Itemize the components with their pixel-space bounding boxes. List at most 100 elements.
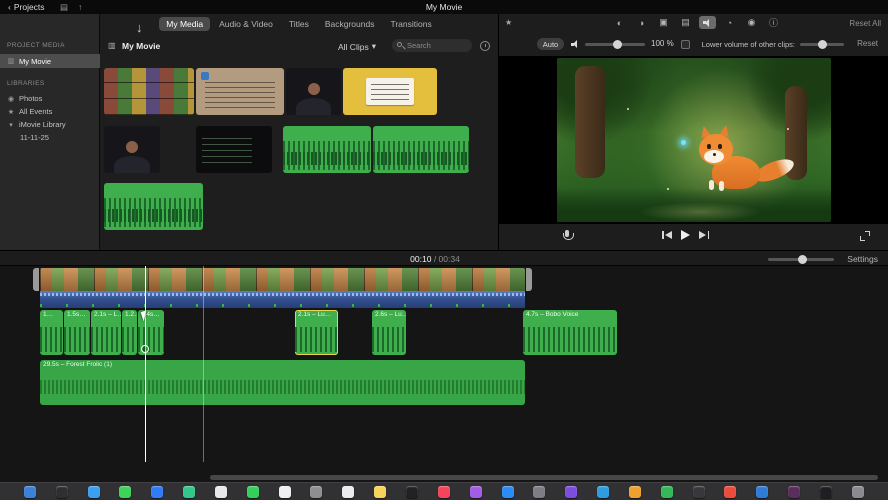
libraries-header: LIBRARIES — [7, 80, 45, 87]
sidebar-item-all-events[interactable]: ★ All Events — [0, 105, 100, 118]
clip-label: 1.5s… — [67, 311, 86, 318]
fullscreen-icon[interactable] — [860, 231, 870, 241]
playback-buttons — [662, 230, 709, 240]
ducking-slider-knob[interactable] — [818, 39, 827, 49]
dock-app-figma[interactable] — [819, 485, 832, 498]
playhead-handle[interactable] — [141, 345, 149, 353]
dock-app-reminders[interactable] — [342, 485, 355, 498]
sidebar-item-11-11-25[interactable]: 11-11-25 — [0, 131, 100, 144]
enhance-icon[interactable]: ★ — [505, 18, 512, 27]
dock-app-calendar[interactable] — [278, 485, 291, 498]
dock-app-facetime[interactable] — [246, 485, 259, 498]
horizontal-scrollbar[interactable] — [210, 475, 878, 480]
auto-button[interactable]: Auto — [537, 38, 564, 50]
clip-audio-2[interactable] — [373, 126, 469, 173]
timeline-audio-clip[interactable]: 2.1s – L… — [91, 310, 121, 355]
dock-app-notes[interactable] — [374, 485, 387, 498]
noise-reduction-icon[interactable]: ◔ — [721, 16, 738, 29]
dock-app-launchpad[interactable] — [55, 485, 68, 498]
reset-all-button[interactable]: Reset All — [849, 19, 881, 28]
timeline-video-clip[interactable] — [40, 268, 525, 291]
clip-presenter-2[interactable] — [104, 126, 160, 173]
dock-app-tv[interactable] — [405, 485, 418, 498]
sidebar-item-imovie-library[interactable]: ▾ iMovie Library — [0, 118, 100, 131]
color-balance-icon[interactable]: ◐ — [611, 16, 628, 29]
lower-volume-checkbox[interactable] — [681, 40, 690, 49]
dock-app-settings[interactable] — [533, 485, 546, 498]
stabilization-icon[interactable]: ▤ — [677, 16, 694, 29]
clip-label: 1… — [43, 311, 54, 318]
timeline-audio-clip[interactable]: 2.1s – Lu… — [295, 310, 338, 355]
skimmer-line — [203, 266, 204, 462]
timeline-audio-clip[interactable]: 2.6s – Lu… — [372, 310, 406, 355]
volume-percent: 100 % — [651, 39, 674, 48]
color-correction-icon[interactable]: ◑ — [633, 16, 650, 29]
playhead[interactable] — [141, 266, 149, 462]
dock-app-pages[interactable] — [628, 485, 641, 498]
volume-slider-knob[interactable] — [613, 39, 622, 49]
dock-app-contacts[interactable] — [310, 485, 323, 498]
timeline-video-audio-strip[interactable] — [40, 291, 525, 308]
crop-icon[interactable]: ▣ — [655, 16, 672, 29]
dock-app-terminal[interactable] — [692, 485, 705, 498]
play-button[interactable] — [681, 230, 690, 240]
timeline-audio-clip[interactable]: 1… — [40, 310, 63, 355]
dock-app-photos[interactable] — [214, 485, 227, 498]
sparkle — [627, 108, 629, 110]
info-icon[interactable]: ⓘ — [765, 16, 782, 29]
dock-app-numbers[interactable] — [660, 485, 673, 498]
sidebar: PROJECT MEDIA ▥ My Movie LIBRARIES ◉ Phot… — [0, 14, 100, 250]
dock-app-podcasts[interactable] — [469, 485, 482, 498]
volume-icon[interactable] — [699, 16, 716, 29]
fox-eye — [718, 144, 722, 149]
volume-slider[interactable] — [585, 39, 645, 49]
dock-app-chrome[interactable] — [724, 485, 737, 498]
trim-handle-left[interactable] — [33, 268, 39, 291]
dock-app-keynote[interactable] — [597, 485, 610, 498]
dock — [0, 482, 888, 500]
speed-icon[interactable]: ◉ — [743, 16, 760, 29]
transport-controls — [499, 228, 888, 248]
clip-screen-recording[interactable] — [196, 126, 272, 173]
timeline-audio-clip[interactable]: 1.5s… — [64, 310, 90, 355]
dock-app-vscode[interactable] — [756, 485, 769, 498]
voiceover-mic-icon[interactable] — [561, 230, 574, 244]
timeline-audio-clip[interactable]: 4.7s – Bobo Voice — [523, 310, 617, 355]
dock-app-music[interactable] — [437, 485, 450, 498]
dock-app-app-store[interactable] — [501, 485, 514, 498]
butterfly — [681, 140, 686, 145]
ducking-slider[interactable] — [800, 39, 844, 49]
clip-audio-1[interactable] — [283, 126, 371, 173]
next-button[interactable] — [699, 231, 709, 239]
clip-document[interactable] — [196, 68, 284, 115]
sidebar-item-my-movie[interactable]: ▥ My Movie — [0, 54, 100, 68]
clip-webpage-grid[interactable] — [104, 68, 194, 115]
clip-prompt-slide[interactable] — [343, 68, 437, 115]
timeline-track-area[interactable]: 1…1.5s…2.1s – L…1.2…1.4s…2.1s – Lu…2.6s … — [0, 266, 888, 480]
dock-app-messages[interactable] — [119, 485, 132, 498]
dock-app-trash[interactable] — [851, 485, 864, 498]
dock-app-maps[interactable] — [183, 485, 196, 498]
trim-handle-right[interactable] — [526, 268, 532, 291]
lower-volume-label: Lower volume of other clips: — [701, 40, 795, 49]
clip-presenter[interactable] — [286, 68, 341, 115]
clip-audio-3[interactable] — [104, 183, 203, 230]
reset-button[interactable]: Reset — [857, 39, 878, 48]
zoom-slider-knob[interactable] — [798, 254, 807, 264]
timeline-zoom-slider[interactable] — [768, 254, 834, 264]
libraries-list: ◉ Photos ★ All Events ▾ iMovie Library 11-11-2… — [0, 92, 100, 144]
window-title: My Movie — [425, 2, 463, 12]
sidebar-item-label: All Events — [19, 107, 53, 116]
dock-app-imovie[interactable] — [565, 485, 578, 498]
dock-app-finder[interactable] — [23, 485, 36, 498]
timeline-music-clip[interactable]: 29.5s – Forest Frolic (1) — [40, 360, 525, 405]
sidebar-item-photos[interactable]: ◉ Photos — [0, 92, 100, 105]
dock-app-slack[interactable] — [788, 485, 801, 498]
dock-app-safari[interactable] — [87, 485, 100, 498]
media-browser: My Media Audio & Video Titles Backgrounds Tr… — [100, 14, 498, 250]
timeline-settings-button[interactable]: Settings — [847, 254, 878, 264]
clip-label: 1.2… — [125, 311, 137, 318]
previous-button[interactable] — [662, 231, 672, 239]
dock-app-mail[interactable] — [151, 485, 164, 498]
timeline-audio-clip[interactable]: 1.2… — [122, 310, 137, 355]
